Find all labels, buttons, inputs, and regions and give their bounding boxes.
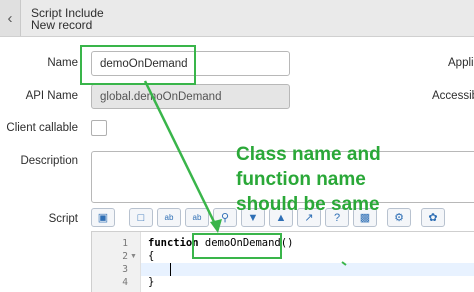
- annotation-line: Class name and: [236, 144, 381, 165]
- annotation-text: Class name and function name should be s…: [236, 142, 381, 217]
- annotation-line: should be same: [236, 194, 380, 215]
- annotation-line: function name: [236, 169, 366, 190]
